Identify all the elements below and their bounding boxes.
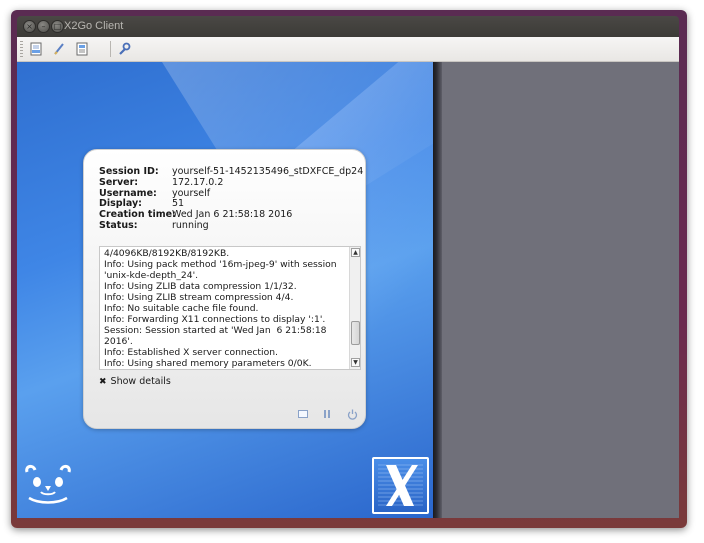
- preferences-icon: [119, 42, 131, 55]
- server-value: 172.17.0.2: [172, 176, 224, 188]
- suspend-icon: [324, 410, 330, 418]
- show-details-label: Show details: [110, 376, 171, 387]
- hide-window-icon: [298, 410, 308, 418]
- creation-time-row: Creation time: Wed Jan 6 21:58:18 2016: [99, 209, 363, 221]
- panel-divider: [433, 62, 442, 518]
- session-id-row: Session ID: yourself-51-1452135496_stDXF…: [99, 166, 363, 178]
- title-bar[interactable]: × – □ X2Go Client: [17, 16, 679, 37]
- server-label: Server:: [99, 176, 139, 188]
- toolbar-grip[interactable]: [20, 41, 23, 57]
- x2go-panda-logo: [23, 464, 73, 506]
- x-server-logo: [372, 457, 429, 514]
- log-line: Info: No suitable cache file found.: [104, 303, 259, 314]
- edit-session-icon: [54, 43, 64, 55]
- session-log[interactable]: 4/4096KB/8192KB/8192KB. Info: Using pack…: [99, 246, 361, 370]
- scroll-down-button[interactable]: ▼: [351, 358, 360, 367]
- session-list-icon: [76, 42, 88, 56]
- minimize-window-button[interactable]: –: [37, 20, 50, 33]
- log-line: Info: Using pack method '16m-jpeg-9' wit…: [104, 259, 340, 281]
- server-row: Server: 172.17.0.2: [99, 176, 363, 189]
- session-status-dialog: Session ID: yourself-51-1452135496_stDXF…: [83, 149, 366, 429]
- minimize-icon: –: [41, 22, 46, 31]
- window-title: X2Go Client: [64, 20, 124, 32]
- hide-window-button[interactable]: [297, 408, 309, 420]
- terminate-icon: [347, 409, 357, 420]
- log-line: Info: Using ZLIB data compression 1/1/32…: [104, 281, 297, 292]
- scroll-thumb[interactable]: [351, 321, 360, 345]
- log-line: Info: Forwarding X11 connections to disp…: [104, 314, 326, 325]
- toolbar: [17, 37, 679, 62]
- new-session-button[interactable]: [27, 40, 45, 58]
- session-list-button[interactable]: [73, 40, 91, 58]
- edit-session-button[interactable]: [50, 40, 68, 58]
- log-line: Session: Session started at 'Wed Jan 6 2…: [104, 325, 330, 347]
- status-value: running: [172, 219, 209, 231]
- log-line: Info: Using ZLIB stream compression 4/4.: [104, 292, 294, 303]
- log-line: 4/4096KB/8192KB/8192KB.: [104, 248, 230, 259]
- toolbar-separator: [110, 41, 111, 57]
- suspend-button[interactable]: [321, 408, 333, 420]
- close-icon: ×: [26, 22, 33, 31]
- maximize-window-button[interactable]: □: [51, 20, 64, 33]
- new-session-icon: [30, 42, 42, 56]
- maximize-icon: □: [53, 22, 62, 31]
- session-info: Session ID: yourself-51-1452135496_stDXF…: [99, 166, 363, 232]
- status-label: Status:: [99, 219, 138, 231]
- show-details-toggle[interactable]: ✖ Show details: [99, 376, 171, 387]
- status-row: Status: running: [99, 219, 363, 232]
- close-window-button[interactable]: ×: [23, 20, 36, 33]
- terminate-button[interactable]: [346, 408, 358, 420]
- scroll-up-button[interactable]: ▲: [351, 248, 360, 257]
- close-details-icon: ✖: [99, 376, 107, 387]
- log-text: 4/4096KB/8192KB/8192KB. Info: Using pack…: [104, 248, 346, 369]
- preferences-button[interactable]: [115, 40, 133, 58]
- log-line: Info: Using shared memory parameters 0/0…: [104, 358, 312, 369]
- log-line: Info: Established X server connection.: [104, 347, 278, 358]
- log-scrollbar[interactable]: ▲ ▼: [349, 247, 360, 369]
